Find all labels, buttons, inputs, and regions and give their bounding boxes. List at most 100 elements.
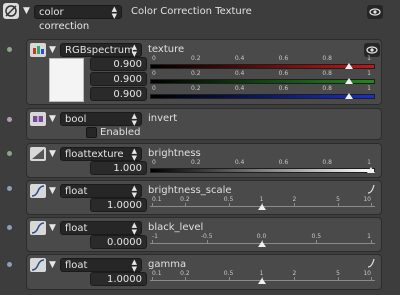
gamma-type-dropdown[interactable]: float ▲ ▼	[60, 258, 142, 273]
pin-connector-invert[interactable]	[7, 117, 12, 122]
texture-type-dropdown[interactable]: RGBspectrum ▲ ▼	[60, 43, 142, 58]
scale-tick-label: 0.5	[311, 233, 322, 240]
green-channel-slider[interactable]: 0 0.2 0.4 0.6 0.8 1	[150, 70, 375, 85]
scale-tick-label: 0.8	[322, 159, 332, 166]
node-type-dropdown[interactable]: color correction ▲ ▼	[34, 5, 122, 32]
log-scale-icon[interactable]	[367, 184, 375, 194]
dropdown-arrows-icon: ▲ ▼	[131, 147, 137, 162]
collapse-triangle-icon[interactable]: ▼	[49, 114, 56, 124]
node-name[interactable]: Color Correction Texture	[131, 6, 252, 17]
scale-tick-label: 0.2	[191, 70, 201, 77]
scale-tick-label: 1	[259, 196, 264, 203]
color-swatch[interactable]	[49, 58, 84, 102]
slider-handle[interactable]	[345, 78, 354, 84]
bool-node-icon[interactable]	[30, 112, 46, 126]
float-curve-icon[interactable]	[30, 258, 46, 272]
scale-tick-label: 0.4	[234, 70, 245, 77]
scale-tick-label: 0.0	[256, 233, 267, 240]
collapse-triangle-icon[interactable]: ▼	[49, 260, 56, 270]
float-curve-icon[interactable]	[30, 184, 46, 198]
scale-tick-label: 0.6	[278, 159, 289, 166]
scale-tick-label: 10	[363, 270, 371, 277]
scale-tick-label: 1	[367, 85, 371, 92]
brightness-value-field[interactable]: 1.000	[90, 161, 147, 175]
scale-tick	[371, 240, 372, 243]
slider-handle[interactable]	[257, 241, 266, 247]
slider-handle[interactable]	[257, 204, 266, 210]
scale-tick-label: 0.2	[180, 270, 190, 277]
pin-connector-black-level[interactable]	[7, 225, 12, 230]
scale-tick-label: 5	[336, 196, 340, 203]
blue-value-field[interactable]: 0.900	[90, 87, 147, 101]
black-level-type-dropdown[interactable]: float ▲ ▼	[60, 221, 142, 236]
dropdown-arrows-icon: ▲ ▼	[131, 43, 137, 58]
float-curve-icon[interactable]	[30, 221, 46, 235]
float-texture-icon[interactable]	[30, 147, 46, 161]
collapse-triangle-icon[interactable]: ▼	[49, 45, 56, 55]
scale-tick-label: 0	[152, 85, 156, 92]
brightness-type-dropdown[interactable]: floattexture ▲ ▼	[60, 147, 142, 162]
scale-tick	[152, 203, 153, 206]
collapse-triangle-icon[interactable]: ▼	[49, 223, 56, 233]
dropdown-arrows-icon: ▲ ▼	[111, 5, 117, 20]
black-level-value-field[interactable]: 0.0000	[90, 235, 147, 249]
scale-tick	[294, 277, 296, 280]
collapse-triangle-icon[interactable]: ▼	[49, 149, 56, 159]
pin-connector-texture[interactable]	[7, 47, 12, 52]
scale-tick-label: 0.2	[191, 159, 201, 166]
invert-enabled-checkbox[interactable]	[86, 127, 97, 138]
red-value-field[interactable]: 0.900	[90, 57, 147, 71]
scale-tick-label: 0.1	[152, 270, 162, 277]
brightness-slider[interactable]: 0 0.2 0.4 0.6 0.8 1	[150, 159, 375, 174]
scale-tick-label: 0.6	[278, 55, 289, 62]
dropdown-arrows-icon: ▲ ▼	[131, 258, 137, 273]
red-channel-slider[interactable]: 0 0.2 0.4 0.6 0.8 1	[150, 55, 375, 70]
slider-track	[150, 168, 375, 173]
green-value-field[interactable]: 0.900	[90, 72, 147, 86]
scale-tick-label: -1	[152, 233, 158, 240]
brightness-scale-label: brightness_scale	[148, 185, 232, 196]
scale-tick-label: 2	[292, 270, 297, 277]
black-level-slider[interactable]: -1 -0.5 0.0 0.5 1	[150, 233, 375, 248]
scale-tick-label: 0.4	[234, 159, 245, 166]
gamma-slider[interactable]: 0.1 0.2 0.5 1 2 5 10	[150, 270, 375, 285]
scale-tick-label: 1	[367, 70, 371, 77]
texture-type-value: RGBspectrum	[65, 45, 134, 56]
slider-handle[interactable]	[345, 93, 354, 99]
gamma-type-value: float	[65, 260, 88, 271]
scale-tick	[371, 277, 372, 280]
scale-tick-label: 2	[292, 196, 297, 203]
slider-handle[interactable]	[345, 63, 354, 69]
rgb-spectrum-icon[interactable]	[30, 43, 46, 57]
pin-connector-brightness[interactable]	[7, 151, 12, 156]
scale-tick	[152, 277, 153, 280]
log-scale-icon[interactable]	[367, 258, 375, 268]
blue-channel-slider[interactable]: 0 0.2 0.4 0.6 0.8 1	[150, 85, 375, 100]
collapse-triangle-icon[interactable]: ▼	[49, 186, 56, 196]
scale-tick	[338, 203, 340, 206]
scale-tick-label: 0.4	[234, 85, 245, 92]
invert-type-value: bool	[65, 114, 87, 125]
collapse-triangle-icon[interactable]: ▼	[23, 6, 30, 16]
slider-handle[interactable]	[257, 278, 266, 284]
black-level-type-value: float	[65, 223, 88, 234]
scale-tick-label: 1	[367, 55, 371, 62]
gamma-label: gamma	[148, 259, 187, 270]
brightness-scale-value-field[interactable]: 1.0000	[90, 198, 147, 212]
slider-handle[interactable]	[367, 167, 375, 173]
scale-tick-label: 0.4	[234, 55, 245, 62]
scale-tick-label: 5	[336, 270, 340, 277]
pin-connector-gamma[interactable]	[7, 262, 12, 267]
node-type-icon[interactable]	[3, 3, 19, 19]
brightness-scale-slider[interactable]: 0.1 0.2 0.5 1 2 5 10	[150, 196, 375, 211]
invert-type-dropdown[interactable]: bool ▲ ▼	[60, 112, 142, 127]
scale-tick-label: 0.2	[191, 85, 201, 92]
scale-tick-label: 0.2	[191, 55, 201, 62]
gamma-value-field[interactable]: 1.0000	[90, 272, 147, 286]
pin-connector-brightness-scale[interactable]	[7, 186, 12, 191]
dropdown-arrows-icon: ▲ ▼	[131, 112, 137, 127]
preview-eye-icon[interactable]	[367, 5, 383, 19]
scale-tick	[294, 203, 296, 206]
brightness-scale-type-dropdown[interactable]: float ▲ ▼	[60, 184, 142, 199]
slider-track	[150, 64, 375, 69]
